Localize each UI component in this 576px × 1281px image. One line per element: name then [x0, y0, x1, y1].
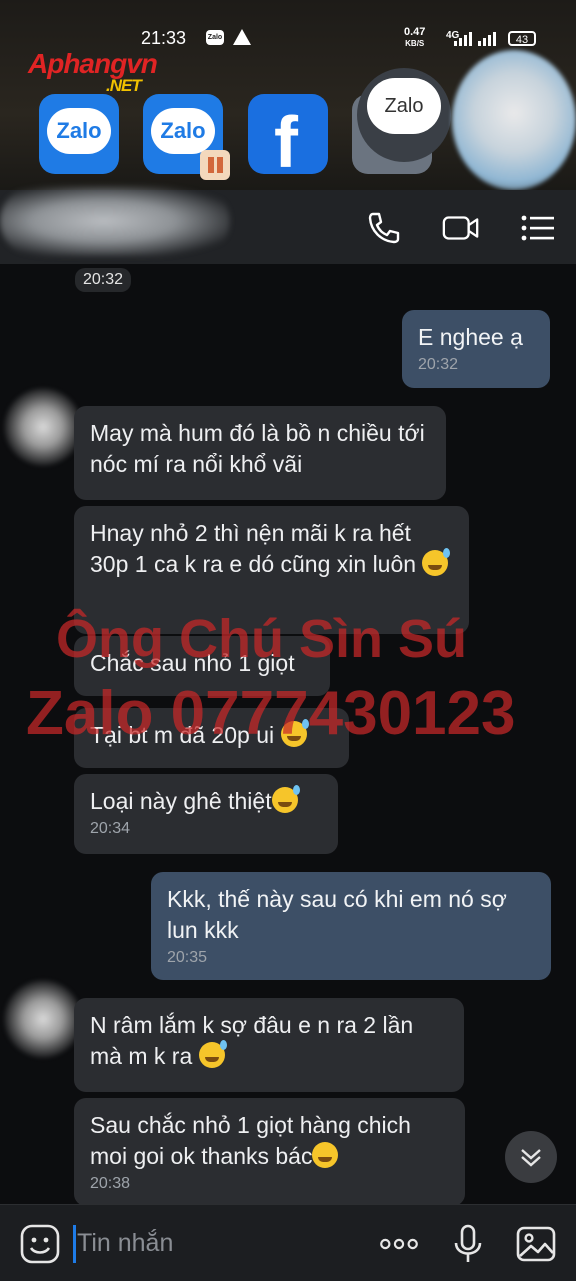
image-gallery-icon[interactable]	[515, 1223, 557, 1265]
floating-chat-label: Zalo	[367, 78, 441, 134]
microphone-icon[interactable]	[447, 1223, 489, 1265]
dual-app-badge-icon	[200, 150, 230, 180]
more-options-icon[interactable]	[378, 1223, 420, 1265]
message-text: Sau chắc nhỏ 1 giọt hàng chich moi goi o…	[90, 1112, 411, 1169]
zalo-notification-icon: Zalo	[206, 30, 224, 45]
chat-header	[0, 186, 576, 264]
contact-avatar[interactable]	[4, 980, 82, 1058]
text-caret	[73, 1225, 76, 1263]
zalo-app-icon[interactable]: Zalo	[39, 94, 119, 174]
menu-list-icon[interactable]	[518, 208, 558, 248]
message-text: N râm lắm k sợ đâu e n ra 2 lần mà m k r…	[90, 1012, 414, 1069]
message-bubble-incoming[interactable]: May mà hum đó là bồ n chiều tới nóc mí r…	[74, 406, 446, 500]
floating-chat-bubble[interactable]: Zalo	[357, 68, 451, 162]
message-bubble-incoming[interactable]: Sau chắc nhỏ 1 giọt hàng chich moi goi o…	[74, 1098, 465, 1204]
sticker-emoji-icon[interactable]	[19, 1223, 61, 1265]
logo-text: Aphangvn	[28, 48, 158, 79]
contact-avatar[interactable]	[4, 388, 82, 466]
grin-emoji-icon	[312, 1142, 339, 1168]
battery-icon: 43	[508, 31, 536, 46]
message-time: 20:34	[90, 820, 131, 837]
message-text: May mà hum đó là bồ n chiều tới nóc mí r…	[90, 420, 425, 477]
facebook-logo: f	[274, 103, 298, 183]
video-call-icon[interactable]	[441, 208, 481, 248]
status-time: 21:33	[141, 28, 187, 48]
overlay-watermark-line2: Zalo 0777430123	[26, 679, 516, 748]
network-speed-unit: KB/S	[405, 39, 425, 48]
message-time: 20:35	[167, 949, 208, 966]
message-bubble-outgoing[interactable]: Kkk, thế này sau có khi em nó sợ lun kkk…	[151, 872, 551, 980]
double-chevron-down-icon	[521, 1149, 541, 1167]
warning-icon	[233, 29, 251, 45]
sweat-smile-emoji-icon	[271, 785, 300, 813]
message-bubble-outgoing[interactable]: E nghee ạ 20:32	[402, 310, 550, 388]
phone-call-icon[interactable]	[364, 208, 404, 248]
logo-subtext: .NET	[106, 76, 142, 95]
network-speed: 0.47 KB/S	[404, 27, 425, 49]
overlay-watermark-line1: Ông Chú Sìn Sú	[56, 609, 467, 669]
message-text: Loại này ghê thiệt	[90, 788, 272, 814]
floating-contact-avatar[interactable]	[452, 50, 576, 190]
message-time: 20:38	[90, 1175, 131, 1192]
facebook-app-icon[interactable]: f	[248, 94, 328, 183]
message-time: 20:32	[418, 356, 459, 373]
message-text: E nghee ạ	[418, 324, 523, 350]
message-text: Hnay nhỏ 2 thì nện mãi k ra hết 30p 1 ca…	[90, 520, 417, 577]
sweat-smile-emoji-icon	[198, 1040, 227, 1068]
message-bubble-incoming[interactable]: N râm lắm k sợ đâu e n ra 2 lần mà m k r…	[74, 998, 464, 1092]
watermark-logo: Aphangvn .NET	[28, 48, 158, 95]
zalo-app-label: Zalo	[47, 108, 111, 154]
message-bubble-incoming[interactable]: Loại này ghê thiệt 20:34	[74, 774, 338, 854]
signal-icon-2	[478, 32, 500, 46]
network-speed-value: 0.47	[404, 26, 426, 38]
scroll-to-bottom-button[interactable]	[505, 1131, 557, 1183]
sweat-smile-emoji-icon	[422, 548, 451, 576]
contact-name-blurred[interactable]	[0, 186, 230, 256]
message-input[interactable]: Tin nhắn	[77, 1229, 173, 1258]
zalo-clone-app-label: Zalo	[151, 108, 215, 154]
message-input-bar: Tin nhắn	[0, 1204, 576, 1281]
message-text: Kkk, thế này sau có khi em nó sợ lun kkk	[167, 886, 507, 943]
time-divider: 20:32	[75, 268, 132, 292]
signal-icon	[450, 32, 472, 46]
